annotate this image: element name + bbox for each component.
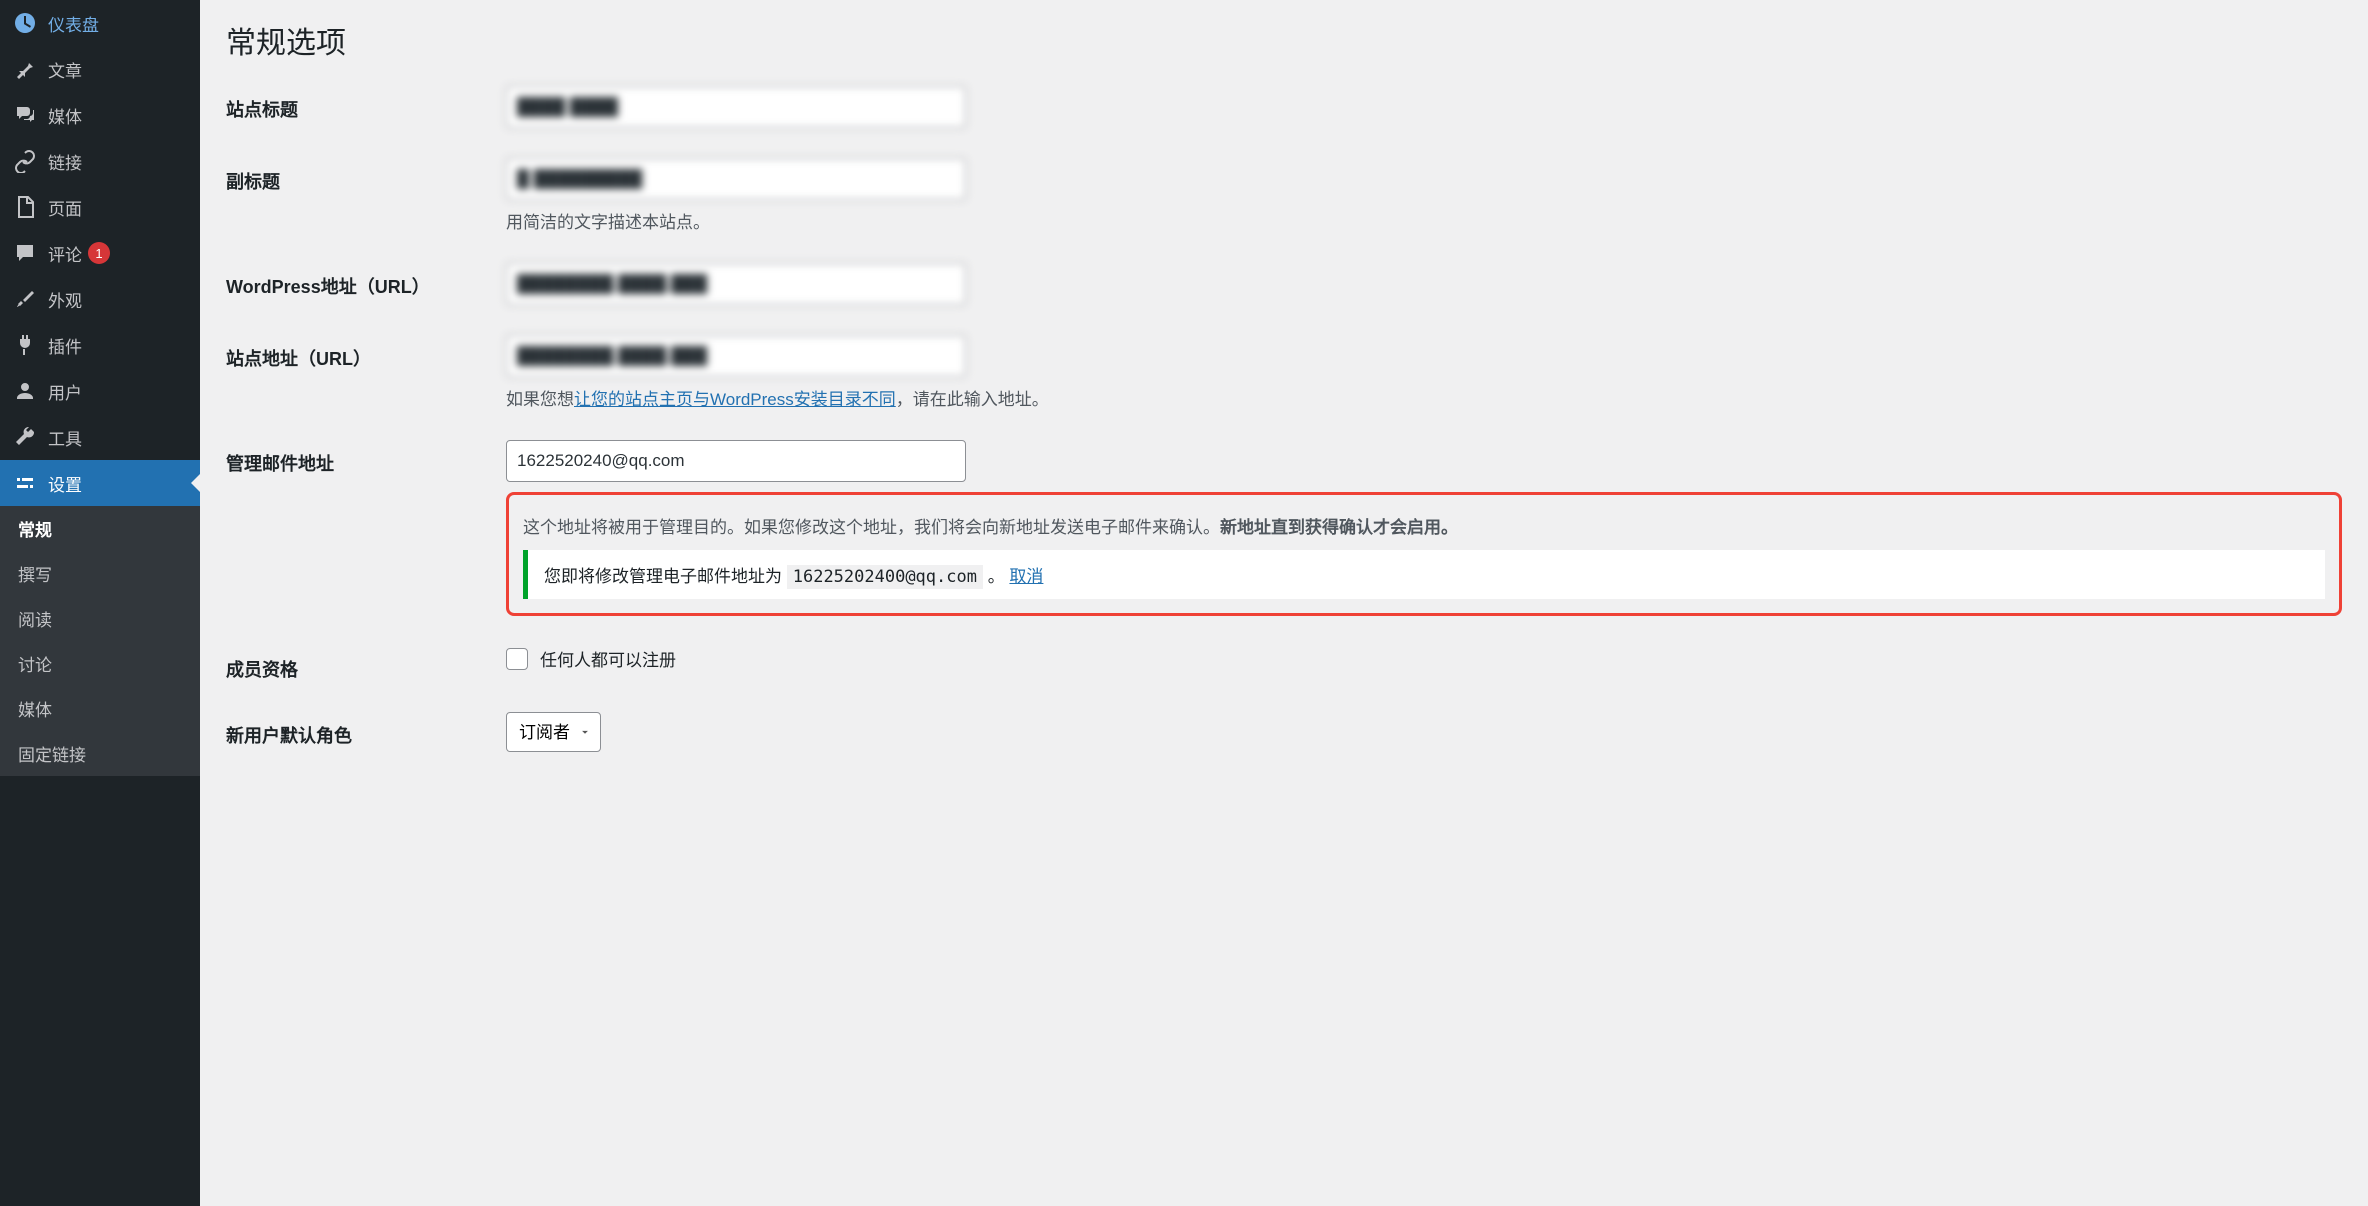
desc-site-url: 如果您想让您的站点主页与WordPress安装目录不同，请在此输入地址。 [506,385,2342,410]
sidebar-item-appearance[interactable]: 外观 [0,276,200,322]
input-admin-email[interactable] [506,440,966,482]
sidebar-item-pages[interactable]: 页面 [0,184,200,230]
submenu-item-discussion[interactable]: 讨论 [0,641,200,686]
plugin-icon [12,332,38,358]
main-content: 常规选项 站点标题 副标题 用简洁的文字描述本站点。 WordPress地址（U… [200,0,2368,1206]
sidebar-item-plugins[interactable]: 插件 [0,322,200,368]
sidebar-item-label: 媒体 [48,103,82,128]
label-default-role: 新用户默认角色 [226,712,506,748]
pin-icon [12,56,38,82]
sidebar-item-label: 插件 [48,333,82,358]
input-site-url[interactable] [506,335,966,377]
sidebar-item-users[interactable]: 用户 [0,368,200,414]
submenu-item-media[interactable]: 媒体 [0,686,200,731]
select-default-role[interactable]: 订阅者 [506,712,601,752]
settings-submenu: 常规 撰写 阅读 讨论 媒体 固定链接 [0,506,200,776]
checkbox-label-anyone-register: 任何人都可以注册 [540,646,676,671]
wrench-icon [12,424,38,450]
comments-badge: 1 [88,242,110,264]
submenu-item-reading[interactable]: 阅读 [0,596,200,641]
sidebar-item-label: 设置 [48,471,82,496]
sidebar-item-label: 链接 [48,149,82,174]
sidebar-item-links[interactable]: 链接 [0,138,200,184]
label-wp-url: WordPress地址（URL） [226,263,506,299]
user-icon [12,378,38,404]
sidebar-item-label: 用户 [48,379,82,404]
input-site-title[interactable] [506,86,966,128]
sidebar-item-settings[interactable]: 设置 [0,460,200,506]
page-icon [12,194,38,220]
sidebar-item-label: 外观 [48,287,82,312]
link-icon [12,148,38,174]
settings-icon [12,470,38,496]
sidebar-item-label: 工具 [48,425,82,450]
desc-tagline: 用简洁的文字描述本站点。 [506,208,2342,233]
admin-sidebar: 仪表盘 文章 媒体 链接 页面 评论 1 外观 插件 [0,0,200,1206]
cancel-email-change-link[interactable]: 取消 [1009,567,1043,586]
checkbox-anyone-register[interactable] [506,648,528,670]
pending-email-notice: 您即将修改管理电子邮件地址为 16225202400@qq.com 。 取消 [523,550,2325,599]
sidebar-item-tools[interactable]: 工具 [0,414,200,460]
label-membership: 成员资格 [226,646,506,682]
sidebar-item-label: 评论 [48,241,82,266]
sidebar-item-label: 页面 [48,195,82,220]
sidebar-item-media[interactable]: 媒体 [0,92,200,138]
media-icon [12,102,38,128]
label-site-url: 站点地址（URL） [226,335,506,371]
sidebar-item-label: 文章 [48,57,82,82]
submenu-item-writing[interactable]: 撰写 [0,551,200,596]
label-site-title: 站点标题 [226,86,506,122]
sidebar-item-dashboard[interactable]: 仪表盘 [0,0,200,46]
input-tagline[interactable] [506,158,966,200]
comment-icon [12,240,38,266]
sidebar-item-comments[interactable]: 评论 1 [0,230,200,276]
sidebar-item-posts[interactable]: 文章 [0,46,200,92]
submenu-item-general[interactable]: 常规 [0,506,200,551]
label-tagline: 副标题 [226,158,506,194]
site-url-help-link[interactable]: 让您的站点主页与WordPress安装目录不同 [574,390,896,409]
input-wp-url[interactable] [506,263,966,305]
pending-email-value: 16225202400@qq.com [787,565,983,589]
dashboard-icon [12,10,38,36]
sidebar-item-label: 仪表盘 [48,11,99,36]
desc-admin-email: 这个地址将被用于管理目的。如果您修改这个地址，我们将会向新地址发送电子邮件来确认… [523,513,2325,538]
label-admin-email: 管理邮件地址 [226,440,506,476]
admin-email-highlight-box: 这个地址将被用于管理目的。如果您修改这个地址，我们将会向新地址发送电子邮件来确认… [506,492,2342,616]
brush-icon [12,286,38,312]
submenu-item-permalinks[interactable]: 固定链接 [0,731,200,776]
page-title: 常规选项 [226,18,2342,62]
